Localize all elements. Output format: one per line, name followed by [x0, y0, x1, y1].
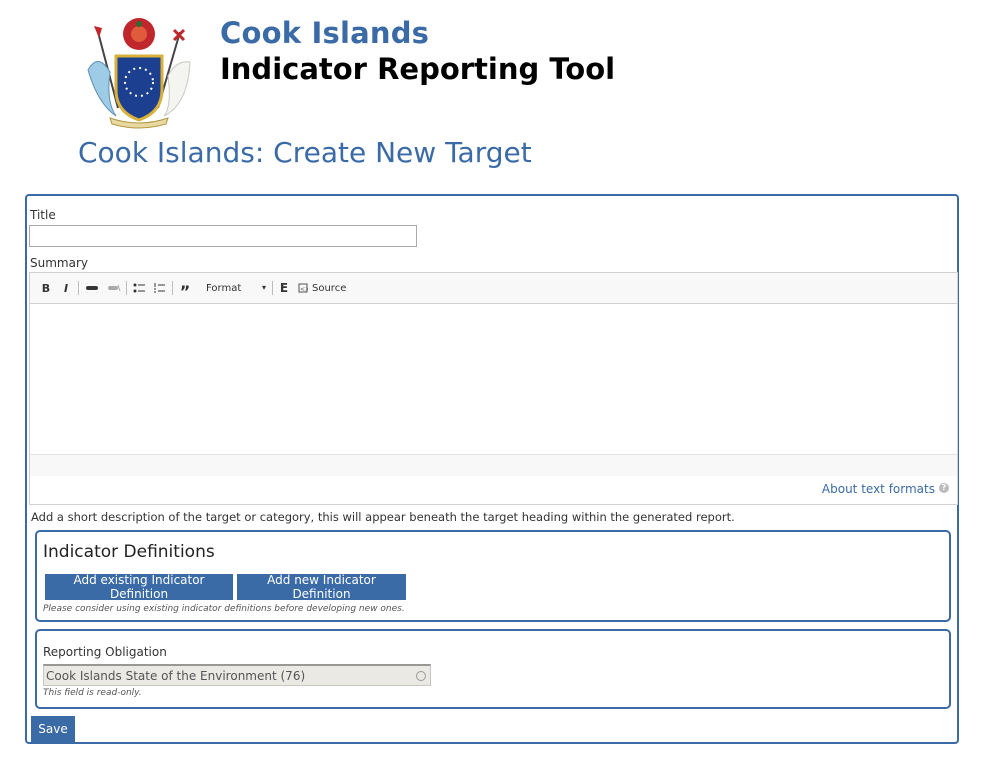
- title-label: Title: [30, 208, 56, 222]
- editor-toolbar: B I ” Format ▾ E <> Source: [30, 273, 957, 304]
- add-new-indicator-button[interactable]: Add new Indicator Definition: [237, 573, 406, 601]
- summary-edit-area[interactable]: [30, 304, 957, 454]
- numbered-list-icon[interactable]: [152, 281, 166, 295]
- site-slogan: Indicator Reporting Tool: [220, 52, 616, 86]
- italic-button[interactable]: I: [60, 281, 72, 295]
- summary-description: Add a short description of the target or…: [31, 510, 735, 524]
- reporting-obligation-field: Cook Islands State of the Environment (7…: [43, 664, 431, 686]
- reporting-obligation-hint: This field is read-only.: [43, 688, 142, 698]
- toolbar-separator: [78, 281, 79, 295]
- reporting-obligation-label: Reporting Obligation: [43, 645, 167, 659]
- coat-of-arms-icon: [87, 18, 191, 129]
- format-dropdown[interactable]: Format ▾: [200, 279, 270, 297]
- toolbar-separator: [172, 281, 173, 295]
- svg-text:<>: <>: [300, 286, 308, 293]
- source-button[interactable]: <> Source: [298, 281, 348, 295]
- indicator-definitions-fieldset: Indicator Definitions Add existing Indic…: [35, 530, 951, 622]
- reporting-obligation-fieldset: Reporting Obligation Cook Islands State …: [35, 629, 951, 709]
- editor-statusbar: [30, 454, 957, 476]
- save-button[interactable]: Save: [31, 716, 75, 742]
- site-header: Cook Islands Indicator Reporting Tool: [80, 12, 680, 130]
- link-icon[interactable]: [84, 281, 100, 295]
- page-title: Cook Islands: Create New Target: [78, 136, 532, 169]
- summary-label: Summary: [30, 256, 88, 270]
- help-icon[interactable]: ?: [939, 483, 949, 493]
- embed-icon[interactable]: E: [278, 281, 290, 295]
- about-text-formats-link[interactable]: About text formats: [822, 482, 935, 496]
- target-form: Title Summary B I ” Format ▾ E <> Source…: [25, 194, 959, 744]
- reporting-obligation-value: Cook Islands State of the Environment (7…: [46, 668, 306, 683]
- title-input[interactable]: [29, 225, 417, 247]
- toolbar-separator: [126, 281, 127, 295]
- add-existing-indicator-button[interactable]: Add existing Indicator Definition: [45, 573, 233, 601]
- unlink-icon[interactable]: [106, 281, 122, 295]
- autocomplete-throbber-icon: [416, 671, 426, 681]
- source-label: Source: [312, 282, 347, 294]
- format-label: Format: [206, 282, 242, 294]
- indicator-definitions-heading: Indicator Definitions: [43, 542, 215, 562]
- bold-button[interactable]: B: [40, 281, 52, 295]
- toolbar-separator: [272, 281, 273, 295]
- site-name[interactable]: Cook Islands: [220, 16, 429, 50]
- indicator-definitions-hint: Please consider using existing indicator…: [43, 604, 405, 614]
- chevron-down-icon: ▾: [261, 283, 266, 292]
- bulleted-list-icon[interactable]: [132, 281, 146, 295]
- summary-editor: B I ” Format ▾ E <> Source About text fo…: [29, 272, 958, 505]
- blockquote-icon[interactable]: ”: [178, 281, 192, 300]
- source-icon: <>: [298, 283, 308, 293]
